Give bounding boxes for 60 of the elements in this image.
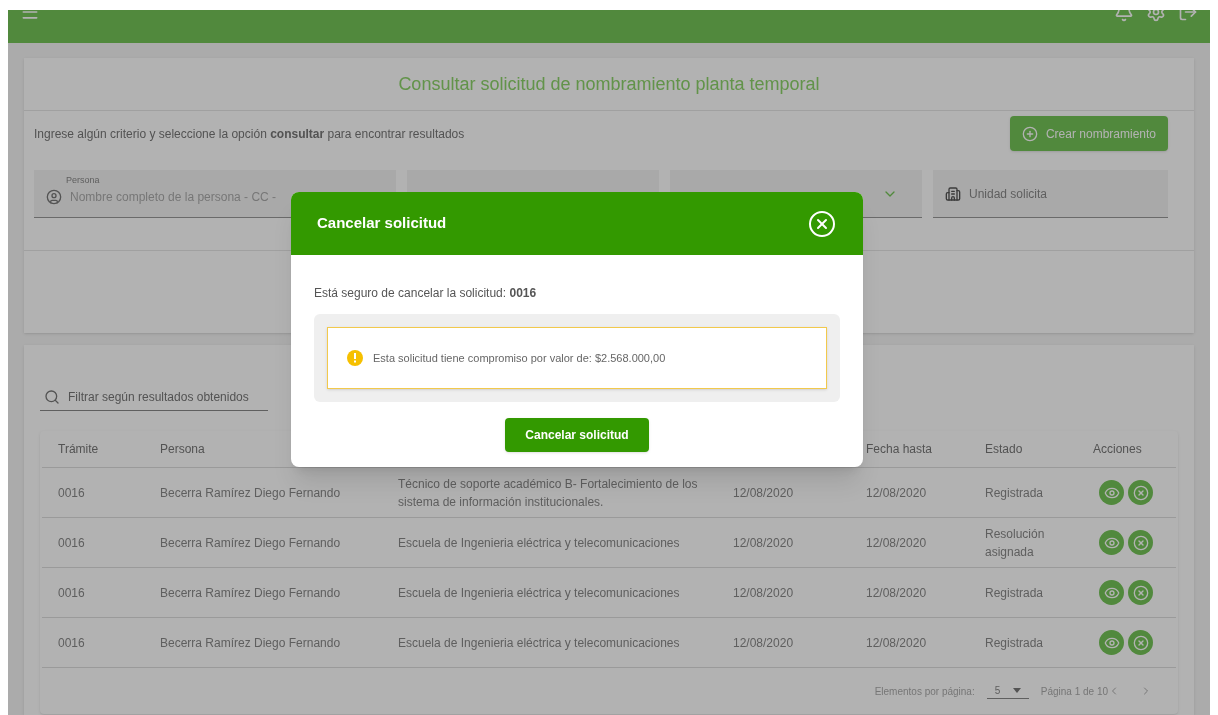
table-cell-text: Becerra Ramírez Diego Fernando [160,634,342,652]
cancel-button[interactable] [1128,630,1153,655]
confirm-cancel-button[interactable]: Cancelar solicitud [505,418,649,452]
warning-text: Esta solicitud tiene compromiso por valor de: $2.568.000,00 [373,350,666,366]
cancel-button[interactable] [1128,530,1153,555]
table-cell-text: Registrada [985,634,1045,652]
close-button[interactable] [809,210,835,237]
table-cell-text: 12/08/2020 [866,484,928,502]
table-cell-text: 12/08/2020 [866,634,928,652]
view-button[interactable] [1099,630,1124,655]
table-cell-text: Resolución asignada [985,525,1046,561]
close-icon [1132,584,1149,601]
building-icon [945,185,961,202]
table-cell-text: 0016 [58,534,86,552]
dialog-message: Está seguro de cancelar la solicitud: 0016 [314,285,538,302]
unit-field[interactable]: Unidad solicita [933,170,1168,218]
table-cell-text: Escuela de Ingenieria eléctrica y telecomunicaciones [398,584,681,602]
table-cell-text: 12/08/2020 [733,634,795,652]
table-cell-text: 12/08/2020 [866,534,928,552]
plus-icon [1021,125,1038,142]
table-cell-text: Becerra Ramírez Diego Fernando [160,584,342,602]
table-cell-text: 0016 [58,484,86,502]
table-cell-text: Becerra Ramírez Diego Fernando [160,534,342,552]
caret-icon [1012,688,1021,693]
close-icon [1132,484,1149,501]
table-cell-text: 12/08/2020 [733,484,795,502]
column-header: Persona [160,441,205,458]
table-cell-text: Escuela de Ingenieria eléctrica y telecomunicaciones [398,634,681,652]
table-cell-text: Escuela de Ingenieria eléctrica y telecomunicaciones [398,534,681,552]
view-button[interactable] [1099,580,1124,605]
table-cell-text: Becerra Ramírez Diego Fernando [160,484,342,502]
warning-icon [347,350,363,366]
cancel-button[interactable] [1128,480,1153,505]
field-placeholder: Unidad solicita [969,185,1048,203]
table-cell-text: 0016 [58,584,86,602]
page-title: Consultar solicitud de nombramiento planta temporal [398,72,820,96]
create-button[interactable]: Crear nombramiento [1009,116,1168,151]
column-header: Acciones [1093,441,1142,458]
column-header: Estado [985,441,1023,458]
filter-placeholder: Filtrar según resultados obtenidos [68,389,249,406]
user-icon [46,188,62,205]
table-cell-text: Técnico de soporte académico B- Fortalecimiento de los sistema de información institucionales. [398,475,699,511]
table-cell-text: 12/08/2020 [733,534,795,552]
close-icon [1132,534,1149,551]
table-cell-text: 12/08/2020 [733,584,795,602]
close-icon [1132,634,1149,651]
table-cell-text: 0016 [58,634,86,652]
column-header: Trámite [58,441,99,458]
table-cell-text: Registrada [985,484,1045,502]
page-size-select[interactable]: 5 [986,683,1029,699]
view-button[interactable] [1099,530,1124,555]
table-cell-text: Registrada [985,584,1045,602]
cancel-button[interactable] [1128,580,1153,605]
filter-field[interactable]: Filtrar según resultados obtenidos [40,388,268,411]
field-label: Persona [65,174,101,187]
view-button[interactable] [1099,480,1124,505]
column-header: Fecha hasta [866,441,933,458]
instructions-text: Ingrese algún criterio y seleccione la opción consultar para encontrar resultados [34,125,465,143]
table-cell-text: 12/08/2020 [866,584,928,602]
search-icon [44,389,60,405]
